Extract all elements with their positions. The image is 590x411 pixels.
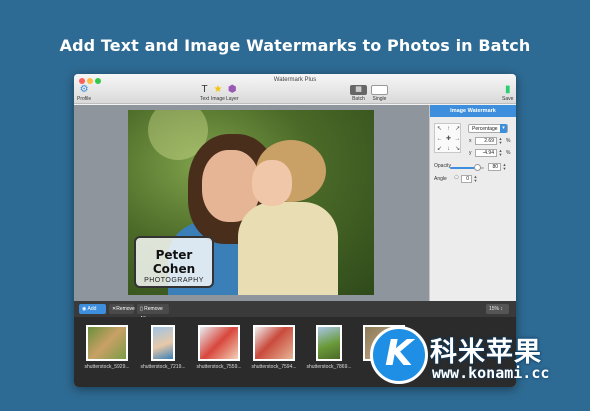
position-grid[interactable]: ↖ ↑ ↗ ← ✚ → ↙ ↓ ↘ [434, 123, 461, 153]
add-image-button[interactable]: ★ Image [211, 84, 225, 102]
save-label: Save [502, 96, 514, 102]
align-left-icon[interactable]: ← [435, 134, 444, 144]
x-label: x [469, 138, 472, 144]
add-photos-button[interactable]: ◉ Add [79, 304, 106, 314]
profile-label: Profile [77, 96, 92, 102]
angle-field[interactable]: 0 [461, 175, 472, 183]
align-bottom-right-icon[interactable]: ↘ [453, 144, 462, 154]
brand-logo-icon: K [370, 326, 428, 384]
thumbnail-image [253, 325, 295, 361]
align-right-icon[interactable]: → [453, 134, 462, 144]
opacity-slider-knob[interactable] [473, 164, 481, 171]
unit-select[interactable]: Percentage ▾ [468, 124, 508, 133]
image-label: Image [211, 96, 225, 102]
thumbnail-image [198, 325, 240, 361]
brand-url: www.konami.cc [432, 364, 550, 382]
x-unit: % [506, 138, 511, 144]
opacity-slider[interactable] [450, 164, 484, 171]
remove-button[interactable]: ✕Remove [109, 304, 135, 314]
thumbnail-caption: shutterstock_7559... [196, 364, 242, 370]
x-field[interactable]: 2.69 [475, 137, 497, 145]
single-view-icon [371, 85, 388, 95]
star-icon: ★ [213, 84, 223, 95]
unit-select-value: Percentage [472, 126, 498, 132]
single-mode-button[interactable]: Single [371, 84, 388, 102]
remove-label: Remove [116, 306, 135, 312]
chevron-updown-icon: ↕ [500, 306, 503, 312]
align-top-icon[interactable]: ↑ [444, 124, 453, 134]
zoom-value: 15% [489, 306, 500, 312]
align-top-right-icon[interactable]: ↗ [453, 124, 462, 134]
angle-label: Angle [434, 176, 447, 182]
profile-button[interactable]: ⚙ Profile [77, 84, 91, 102]
zoom-select[interactable]: 15% ↕ [486, 304, 509, 314]
single-label: Single [372, 96, 387, 102]
watermark-overlay[interactable]: Peter Cohen PHOTOGRAPHY [134, 236, 214, 288]
bottom-toolbar: ◉ Add ✕Remove ▯ Remove All 15% ↕ [74, 301, 516, 322]
save-icon: ▮ [504, 84, 511, 95]
watermark-name: Peter Cohen [152, 248, 196, 276]
save-button[interactable]: ▮ Save [502, 84, 513, 102]
profile-icon: ⚙ [79, 84, 89, 95]
angle-dial-icon[interactable]: ◯ [454, 175, 459, 183]
align-center-icon[interactable]: ✚ [444, 134, 453, 144]
trash-icon: ▯ [140, 306, 143, 312]
thumbnail-item[interactable]: shutterstock_7594... [249, 325, 299, 370]
thumbnail-caption: shutterstock_7594... [251, 364, 297, 370]
align-bottom-icon[interactable]: ↓ [444, 144, 453, 154]
thumbnail-caption: shutterstock_5929... [84, 364, 130, 370]
thumbnail-item[interactable]: shutterstock_5929... [82, 325, 132, 370]
image-watermark-panel: Image Watermark ↖ ↑ ↗ ← ✚ → ↙ ↓ ↘ Percen… [429, 105, 516, 301]
angle-stepper[interactable]: ▲ ▼ [473, 175, 478, 183]
opacity-label: Opacity [434, 163, 451, 169]
thumbnail-item[interactable]: shutterstock_7559... [194, 325, 244, 370]
watermark-subtitle: PHOTOGRAPHY [144, 277, 204, 284]
y-label: y [469, 150, 472, 156]
text-icon: T [201, 84, 208, 95]
child-figure [238, 202, 338, 295]
opacity-field[interactable]: 80 [488, 163, 501, 171]
thumbnail-caption: shutterstock_7869... [306, 364, 352, 370]
headline: Add Text and Image Watermarks to Photos … [59, 36, 531, 55]
align-top-left-icon[interactable]: ↖ [435, 124, 444, 134]
y-field[interactable]: -4.94 [475, 149, 497, 157]
thumbnail-item[interactable]: shutterstock_7219... [138, 325, 188, 370]
batch-mode-button[interactable]: ▦ Batch [350, 84, 367, 102]
text-label: Text [200, 96, 210, 102]
y-stepper[interactable]: ▲ ▼ [498, 149, 503, 157]
batch-label: Batch [352, 96, 365, 102]
align-bottom-left-icon[interactable]: ↙ [435, 144, 444, 154]
layer-icon: ⬢ [227, 84, 237, 95]
title-bar: Watermark Plus ⚙ Profile T Text ★ Image … [74, 74, 516, 104]
grid-icon: ▦ [350, 85, 367, 95]
add-label: Add [87, 306, 97, 312]
camera-icon: ◉ [82, 306, 87, 312]
chevron-down-icon: ▾ [500, 124, 507, 133]
panel-title: Image Watermark [430, 105, 516, 117]
add-text-button[interactable]: T Text [200, 84, 209, 102]
main-photo: Peter Cohen PHOTOGRAPHY [128, 110, 374, 295]
y-unit: % [506, 150, 511, 156]
thumbnail-image [316, 325, 342, 361]
x-stepper[interactable]: ▲ ▼ [498, 137, 503, 145]
opacity-stepper[interactable]: ▲ ▼ [502, 163, 507, 171]
thumbnail-image [86, 325, 128, 361]
window-title: Watermark Plus [273, 77, 317, 83]
canvas-area: Peter Cohen PHOTOGRAPHY [74, 105, 429, 301]
layer-label: Layer [226, 96, 239, 102]
thumbnail-caption: shutterstock_7219... [140, 364, 186, 370]
thumbnail-image [151, 325, 175, 361]
remove-all-button[interactable]: ▯ Remove All [137, 304, 169, 322]
layer-button[interactable]: ⬢ Layer [226, 84, 239, 102]
thumbnail-item[interactable]: shutterstock_7869... [304, 325, 354, 370]
brand-watermark: K 科米苹果 www.konami.cc [362, 322, 590, 411]
